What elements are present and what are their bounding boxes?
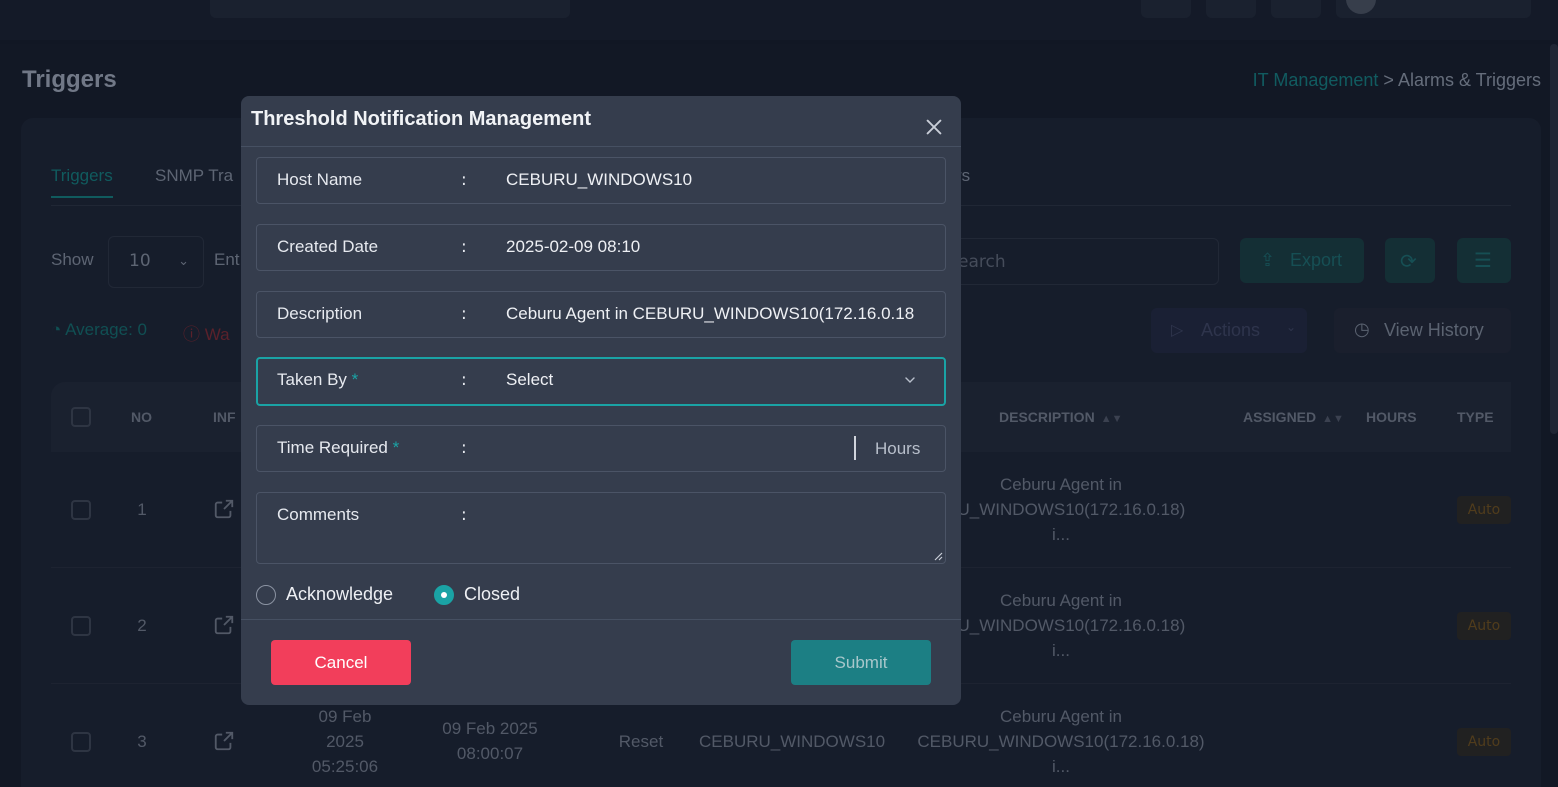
cancel-button[interactable]: Cancel <box>271 640 411 685</box>
required-mark: * <box>351 370 359 389</box>
description-value: Ceburu Agent in CEBURU_WINDOWS10(172.16.… <box>506 304 915 323</box>
threshold-notification-modal: Threshold Notification Management Host N… <box>241 96 961 705</box>
host-name-value: CEBURU_WINDOWS10 <box>506 170 693 189</box>
modal-divider <box>241 146 961 147</box>
modal-title: Threshold Notification Management <box>251 108 592 130</box>
comments-textarea[interactable] <box>489 501 929 557</box>
taken-by-select[interactable]: Taken By * : Select <box>256 357 946 406</box>
required-mark: * <box>392 438 400 457</box>
field-colon: : <box>461 438 467 458</box>
host-name-field: Host Name : CEBURU_WINDOWS10 <box>256 157 946 204</box>
radio-button[interactable] <box>256 585 276 605</box>
taken-by-label: Taken By * <box>277 370 358 390</box>
close-icon[interactable] <box>923 116 945 138</box>
field-colon: : <box>461 304 467 324</box>
field-colon: : <box>461 170 467 190</box>
comments-label: Comments <box>277 505 360 524</box>
radio-button[interactable] <box>434 585 454 605</box>
text-cursor <box>854 436 856 460</box>
field-colon: : <box>461 370 467 390</box>
footer-divider <box>241 619 961 620</box>
created-date-label: Created Date <box>277 237 379 256</box>
taken-by-value: Select <box>506 370 554 389</box>
description-field: Description : Ceburu Agent in CEBURU_WIN… <box>256 291 946 338</box>
resize-handle-icon[interactable] <box>933 551 943 561</box>
taken-by-label-text: Taken By <box>277 370 347 389</box>
time-required-label-text: Time Required <box>277 438 388 457</box>
chevron-down-icon <box>905 377 915 383</box>
field-colon: : <box>461 237 467 257</box>
description-label: Description <box>277 304 363 323</box>
time-required-input[interactable] <box>489 434 849 464</box>
hours-unit-label: Hours <box>875 439 921 458</box>
radio-acknowledge-label: Acknowledge <box>286 584 394 604</box>
time-required-field: Time Required * : Hours <box>256 425 946 472</box>
time-required-label: Time Required * <box>277 438 399 458</box>
created-date-value: 2025-02-09 08:10 <box>506 237 641 256</box>
field-colon: : <box>461 505 467 525</box>
comments-field: Comments : <box>256 492 946 564</box>
created-date-field: Created Date : 2025-02-09 08:10 <box>256 224 946 271</box>
radio-closed-label: Closed <box>464 584 521 604</box>
host-name-label: Host Name <box>277 170 363 189</box>
submit-button[interactable]: Submit <box>791 640 931 685</box>
